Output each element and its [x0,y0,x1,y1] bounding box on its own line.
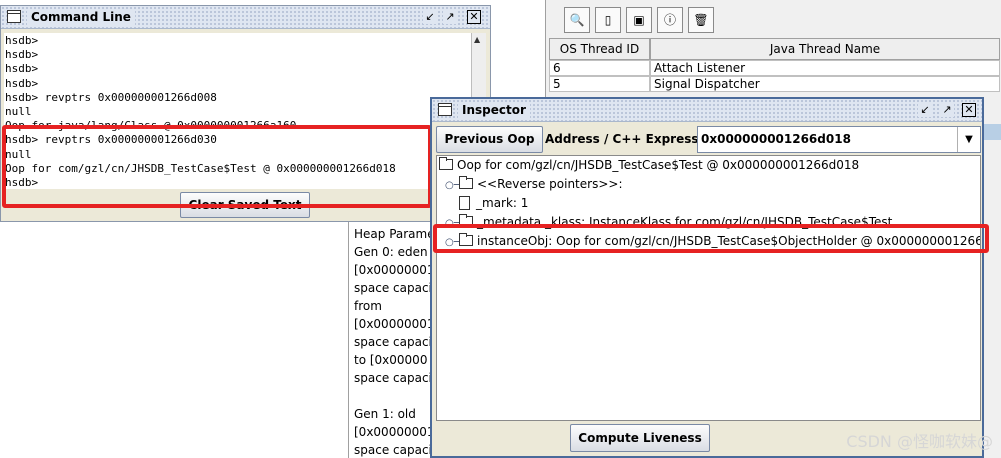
heap-line-11: [0x00000001 [354,425,433,439]
folder-icon [439,157,453,170]
command-line-0: hsdb> [5,34,39,47]
command-line-5: null [5,105,32,118]
command-line-3: hsdb> [5,77,39,90]
thread-row-0-id[interactable]: 6 [549,60,650,76]
trash-icon[interactable]: 🗑 [688,7,714,33]
heap-line-7: to [0x00000 [354,353,428,367]
heap-line-10: Gen 1: old [354,407,416,421]
column-os-thread-id[interactable]: OS Thread ID [549,38,650,60]
highlight-box-inspector [433,224,989,253]
heap-panel: Heap Parame Gen 0: eden [0x00000001 spac… [348,222,433,458]
heap-line-4: from [354,299,382,313]
maximize-icon[interactable]: ↗ [940,103,954,117]
address-combobox[interactable]: 0x000000001266d018 ▼ [697,126,981,153]
tree-node-label: _mark: 1 [476,196,529,210]
tree-root[interactable]: Oop for com/gzl/cn/JHSDB_TestCase$Test @… [439,156,859,175]
heap-line-6: space capacit [354,335,433,349]
dropdown-arrow-icon[interactable]: ▼ [957,127,980,152]
stack-icon[interactable]: ▯ [595,7,621,33]
window-icon [438,103,452,116]
heap-line-12: space capacit [354,443,433,457]
minimize-icon[interactable]: ↙ [423,10,437,24]
thread-row-1-id[interactable]: 5 [549,76,650,92]
selected-row-strip [984,124,1001,140]
command-line-titlebar[interactable]: Command Line ↙ ↗ ✕ [1,6,490,29]
thread-toolbar: 🔍 ▯ ▣ ⓘ 🗑 [564,7,714,33]
previous-oop-button[interactable]: Previous Oop [436,126,543,153]
minimize-icon[interactable]: ↙ [918,103,932,117]
compute-liveness-button[interactable]: Compute Liveness [570,424,710,452]
expand-handle-icon[interactable]: ○─ [445,176,460,195]
heap-line-3: space capacit [354,281,433,295]
folder-icon [459,176,473,189]
inspect-icon[interactable]: 🔍 [564,7,590,33]
watermark: CSDN @怪咖软妹@ [846,432,993,451]
inspector-titlebar[interactable]: Inspector ↙ ↗ ✕ [432,99,982,122]
close-icon[interactable]: ✕ [467,10,481,24]
thread-row-0-name[interactable]: Attach Listener [650,60,1000,76]
heap-line-8: space capacit [354,371,433,385]
tree-node-label: <<Reverse pointers>>: [477,177,623,191]
window-icon [7,10,21,23]
inspector-title: Inspector [458,102,530,118]
heap-line-1: Gen 0: eden [354,245,428,259]
heap-line-0: Heap Parame [354,227,433,241]
column-java-thread-name[interactable]: Java Thread Name [650,38,1000,60]
command-line-2: hsdb> [5,62,39,75]
thread-row-1-name[interactable]: Signal Dispatcher [650,76,1000,92]
tree-node-mark[interactable]: _mark: 1 [459,194,528,213]
tree-root-label: Oop for com/gzl/cn/JHSDB_TestCase$Test @… [457,158,860,172]
close-icon[interactable]: ✕ [962,103,976,117]
heap-line-2: [0x00000001 [354,263,433,277]
inspector-tree[interactable]: Oop for com/gzl/cn/JHSDB_TestCase$Test @… [436,155,981,421]
command-line-title: Command Line [27,9,135,25]
info-icon[interactable]: ⓘ [657,7,683,33]
command-line-1: hsdb> [5,48,39,61]
address-value[interactable]: 0x000000001266d018 [701,132,851,146]
highlight-box-command [2,125,432,208]
document-icon [459,196,470,210]
tree-node-reverse-pointers[interactable]: ○─ <<Reverse pointers>>: [445,175,622,194]
inspector-window: Inspector ↙ ↗ ✕ Previous Oop Address / C… [430,97,984,458]
heap-line-5: [0x00000001 [354,317,433,331]
memory-icon[interactable]: ▣ [626,7,652,33]
scroll-up-icon[interactable]: ▲ [474,35,480,45]
command-line-4: hsdb> revptrs 0x000000001266d008 [5,91,217,104]
maximize-icon[interactable]: ↗ [443,10,457,24]
